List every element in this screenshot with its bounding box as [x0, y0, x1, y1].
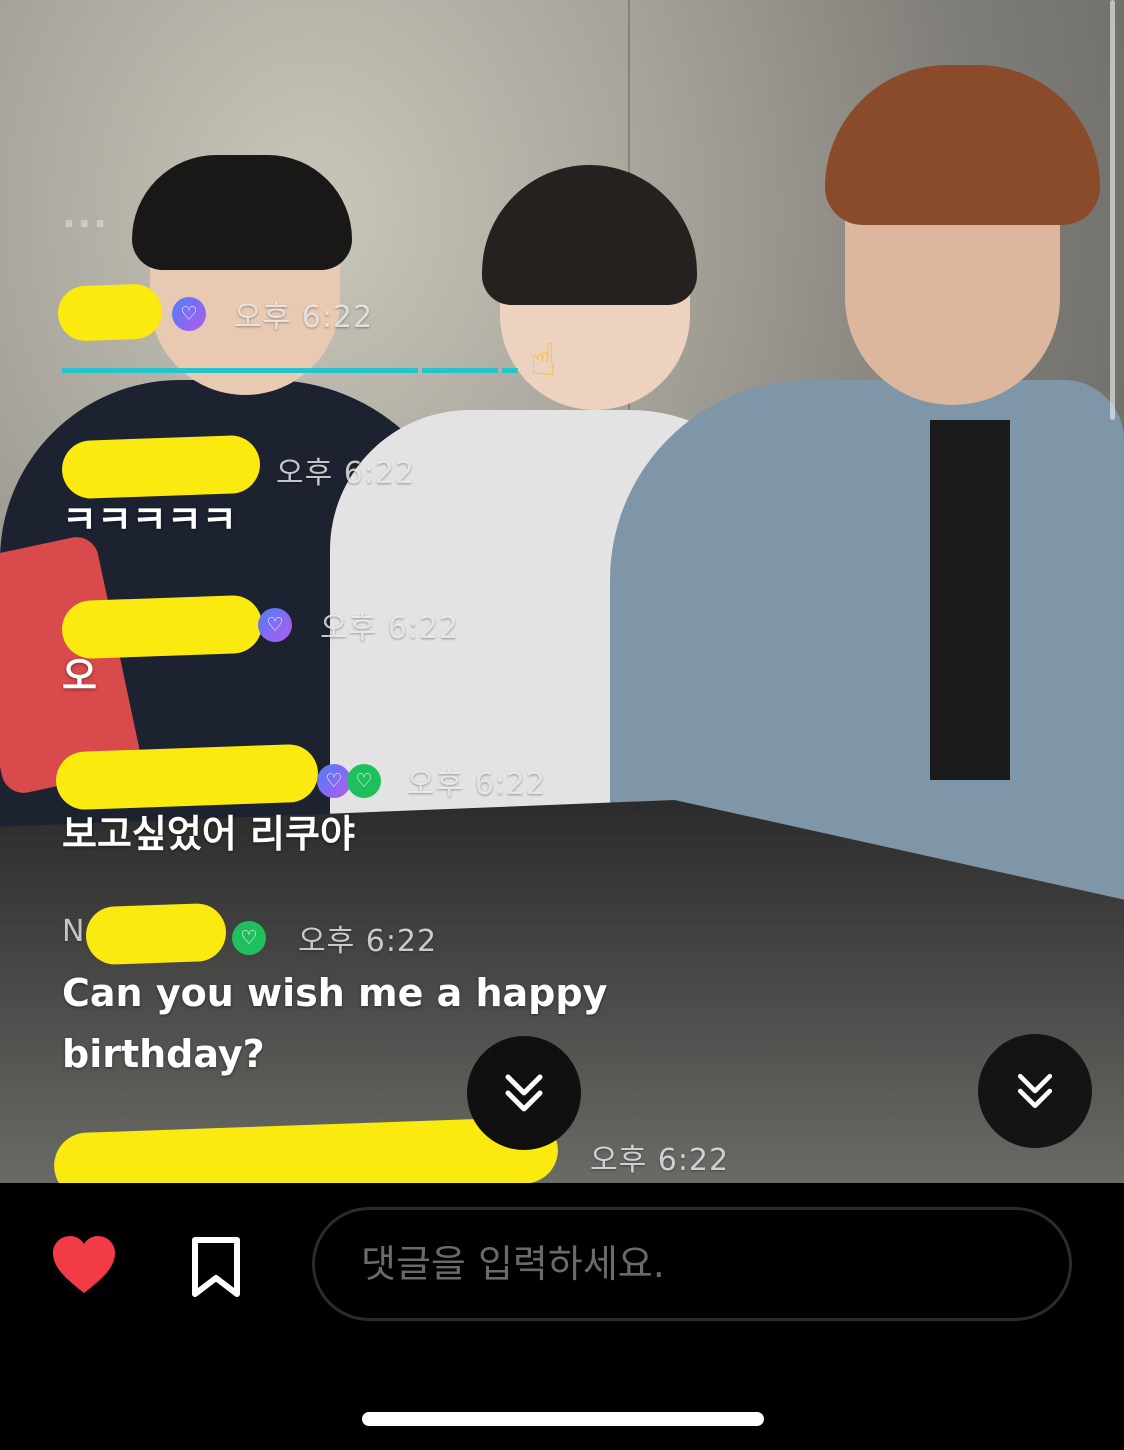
live-video-view: ... ♡ 오후 6:22 ☝ 오후 6:22 ㅋㅋㅋㅋㅋ ♡ 오후 6:22 … [0, 0, 1124, 1183]
bookmark-icon [192, 1237, 240, 1297]
faded-chat-message: ... [62, 195, 110, 236]
username-redaction [85, 902, 227, 966]
video-scrollbar[interactable] [1110, 0, 1115, 420]
progress-segment [422, 368, 498, 373]
chat-time: 오후 6:22 [407, 767, 547, 802]
username-redaction [55, 743, 319, 811]
chat-meta-2: ♡ 오후 6:22 [258, 603, 459, 647]
chat-meta-3: ♡ ♡ 오후 6:22 [317, 759, 546, 803]
verified-badge-icon: ♡ [258, 608, 292, 642]
chat-username: N [62, 914, 86, 949]
fan-badge-icon: ♡ [232, 921, 266, 955]
pointing-hand-emoji: ☝ [530, 335, 557, 386]
chat-time: 오후 6:22 [298, 924, 438, 959]
chat-meta-4b: ♡ 오후 6:22 [232, 916, 437, 960]
progress-segment [62, 368, 418, 373]
fan-badge-icon: ♡ [347, 764, 381, 798]
chat-time: 오후 6:22 [320, 611, 460, 646]
chat-message-text-line2: birthday? [62, 1032, 265, 1076]
chat-message-text: 오 [62, 654, 97, 698]
chat-meta-0: ♡ 오후 6:22 [172, 292, 373, 336]
verified-badge-icon: ♡ [172, 297, 206, 331]
chevrons-down-icon [1017, 1073, 1053, 1109]
comment-input[interactable] [312, 1207, 1072, 1321]
progress-segment [502, 368, 518, 373]
person-middle-hair [482, 165, 697, 305]
username-redaction [57, 283, 163, 342]
save-button[interactable] [186, 1234, 246, 1300]
verified-badge-icon: ♡ [317, 764, 351, 798]
chat-time: 오후 6:22 [590, 1143, 730, 1178]
chat-meta-4: N [62, 914, 85, 949]
like-button[interactable] [48, 1232, 120, 1298]
chat-message-text: 보고싶었어 리쿠야 [62, 812, 355, 856]
chat-time: 오후 6:22 [234, 300, 374, 335]
scroll-to-latest-button[interactable] [467, 1036, 581, 1150]
home-indicator[interactable] [362, 1412, 764, 1426]
scroll-down-button[interactable] [978, 1034, 1092, 1148]
person-right-shirt [930, 420, 1010, 780]
person-left-hair [132, 155, 352, 270]
person-right-hair [825, 65, 1100, 225]
chevrons-down-icon [505, 1074, 543, 1112]
chat-meta-5: 오후 6:22 [590, 1135, 729, 1179]
chat-meta-1: 오후 6:22 [276, 448, 415, 492]
chat-message-text: ㅋㅋㅋㅋㅋ [62, 498, 237, 542]
heart-icon [53, 1236, 115, 1293]
chat-time: 오후 6:22 [276, 456, 416, 491]
chat-message-text-line1: Can you wish me a happy [62, 971, 608, 1015]
